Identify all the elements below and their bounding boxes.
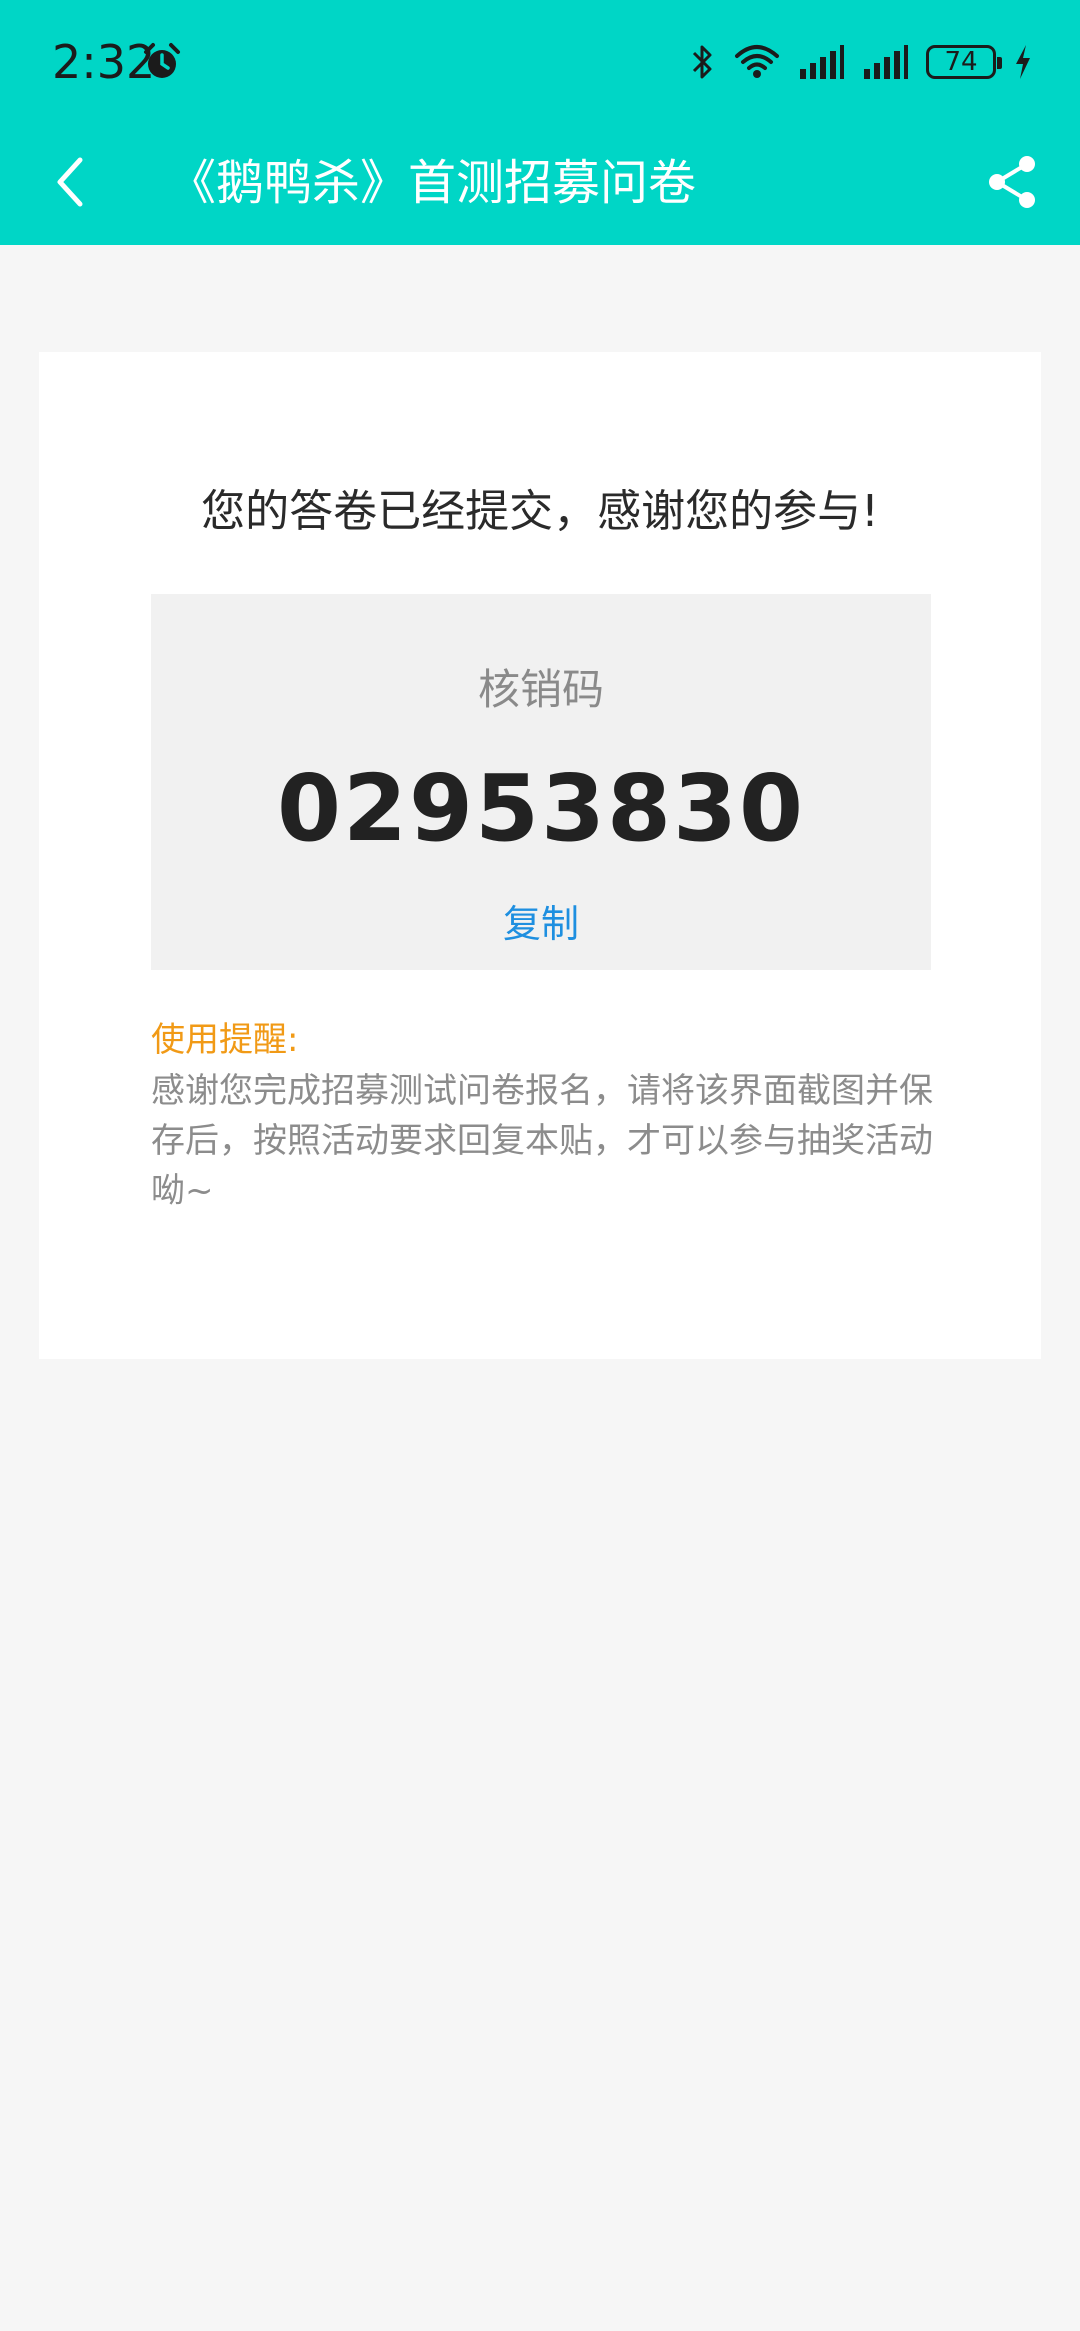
result-card: 您的答卷已经提交，感谢您的参与! 核销码 02953830 复制 使用提醒: 感…	[39, 352, 1041, 1359]
battery-level: 74	[944, 47, 978, 77]
code-label: 核销码	[477, 665, 604, 714]
battery-icon: 74	[926, 45, 1002, 79]
alarm-icon	[142, 42, 182, 82]
code-box: 核销码 02953830 复制	[151, 594, 931, 970]
back-button[interactable]	[40, 146, 100, 222]
top-bar: 2:32 74 《鹅鸭杀》首测招募问卷	[0, 0, 1080, 245]
code-value: 02953830	[276, 755, 806, 862]
share-button[interactable]	[978, 150, 1046, 218]
status-bar: 2:32 74	[0, 0, 1080, 124]
status-icons: 74	[690, 40, 1032, 84]
reminder-title: 使用提醒:	[151, 1020, 299, 1060]
page-title: 《鹅鸭杀》首测招募问卷	[168, 155, 697, 211]
copy-button[interactable]: 复制	[441, 896, 641, 952]
charging-icon	[1014, 44, 1032, 80]
signal-icon	[798, 45, 844, 79]
chevron-left-icon	[52, 156, 88, 212]
reminder-text: 感谢您完成招募测试问卷报名，请将该界面截图并保存后，按照活动要求回复本贴，才可以…	[151, 1071, 933, 1211]
wifi-icon	[734, 44, 780, 80]
share-icon	[985, 154, 1039, 214]
bluetooth-icon	[690, 42, 716, 82]
status-time: 2:32	[52, 35, 156, 89]
success-message: 您的答卷已经提交，感谢您的参与!	[201, 486, 879, 537]
nav-bar: 《鹅鸭杀》首测招募问卷	[0, 124, 1080, 245]
signal-icon	[862, 45, 908, 79]
